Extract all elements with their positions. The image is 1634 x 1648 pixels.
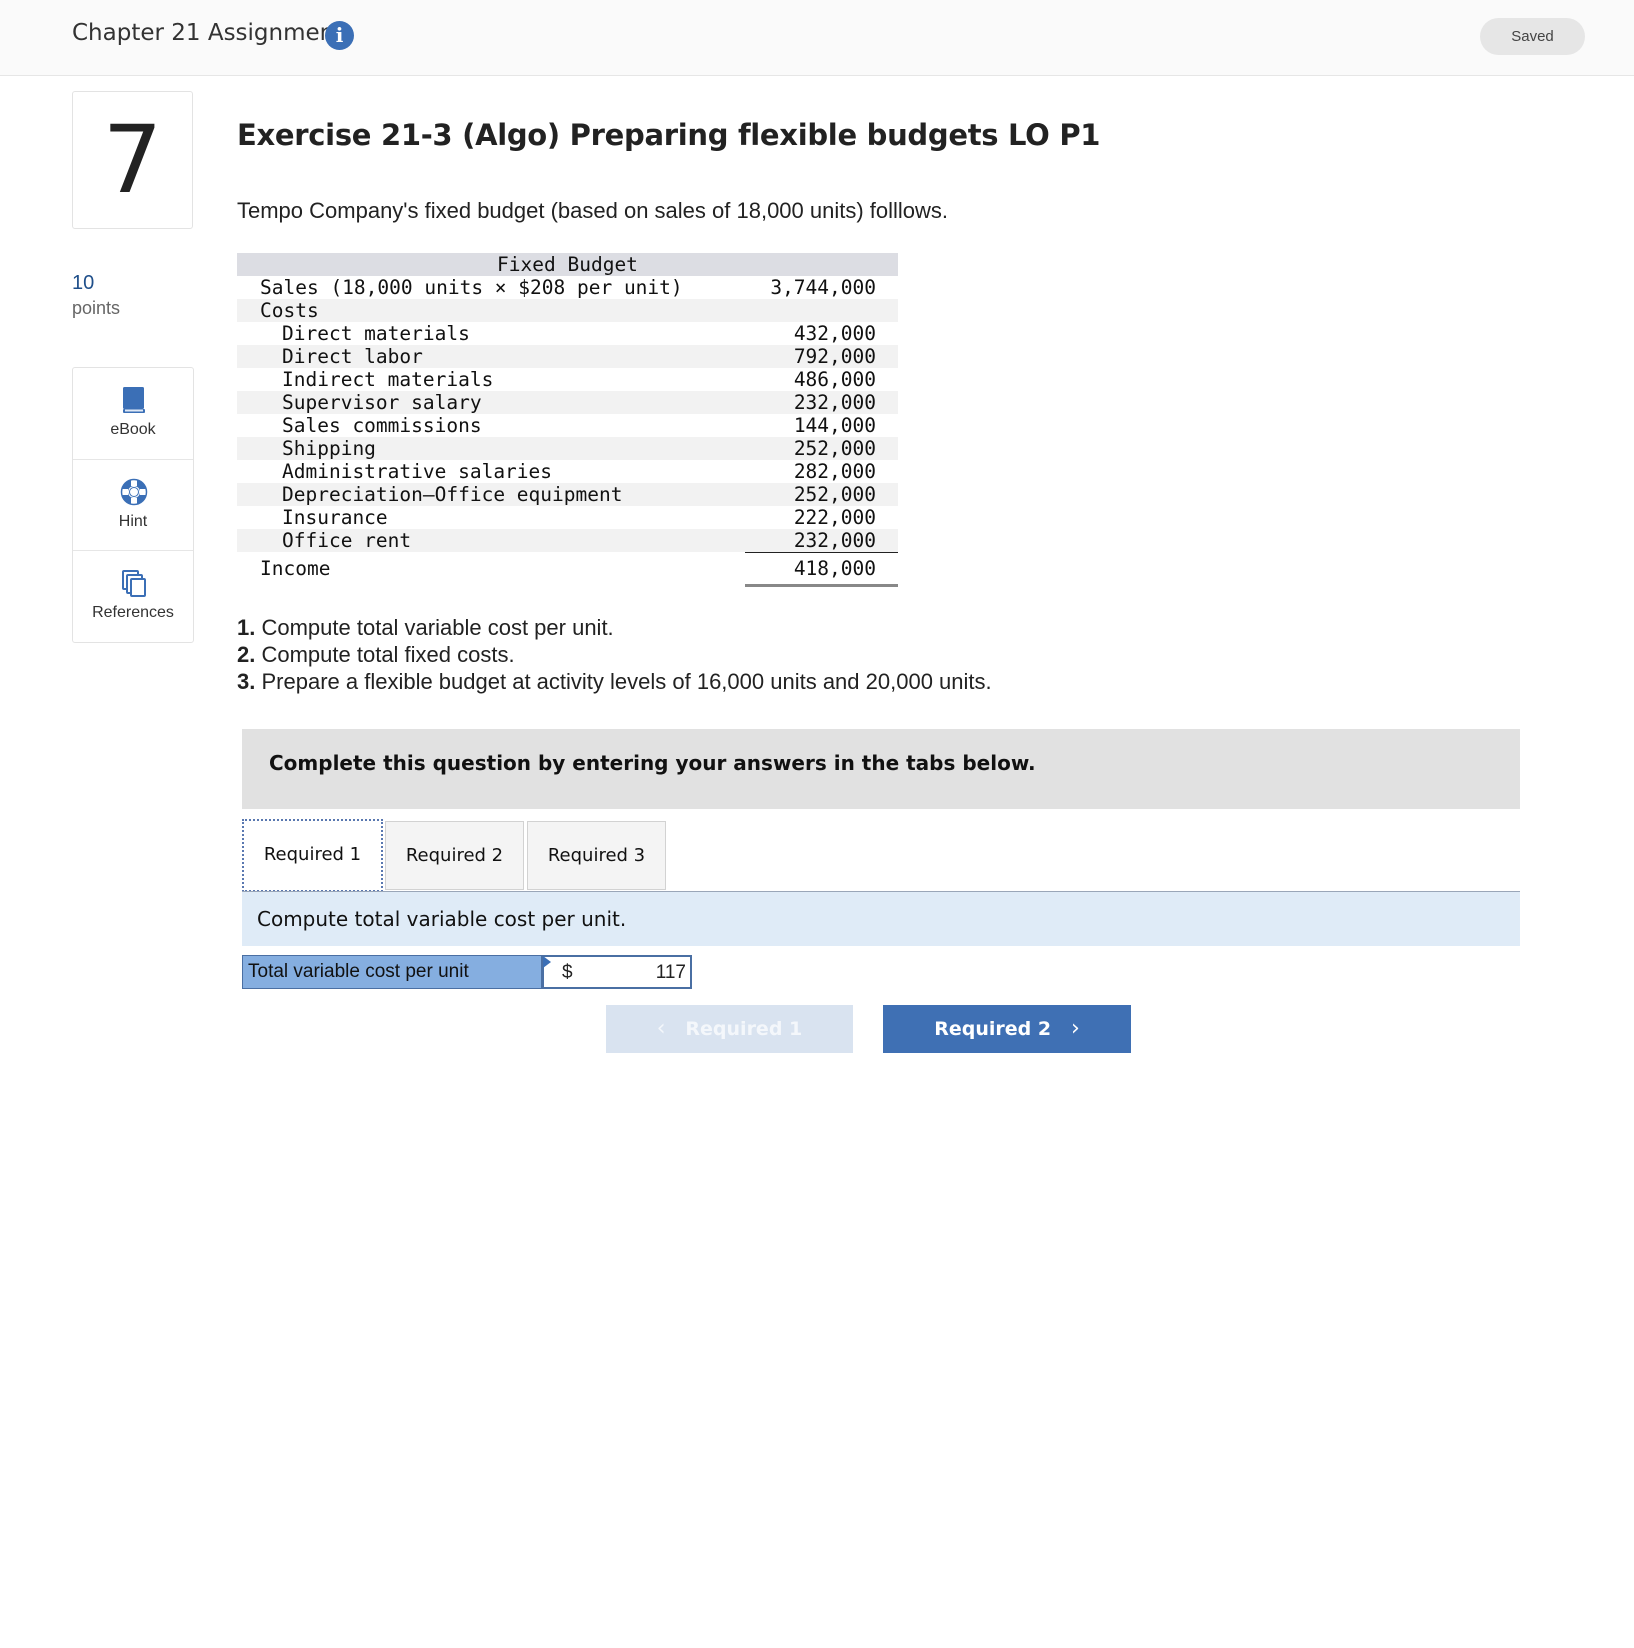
assignment-title: Chapter 21 Assignment — [72, 20, 344, 46]
cell-marker-icon — [543, 956, 551, 968]
exercise-title: Exercise 21-3 (Algo) Preparing flexible … — [237, 118, 1101, 152]
budget-row: Depreciation—Office equipment 252,000 — [237, 483, 898, 506]
top-bar: Chapter 21 Assignment i Saved — [0, 0, 1634, 76]
info-icon[interactable]: i — [325, 21, 354, 50]
budget-row: Indirect materials 486,000 — [237, 368, 898, 391]
budget-row-value: 3,744,000 — [770, 276, 876, 299]
budget-row-value: 232,000 — [793, 391, 876, 414]
budget-row-label: Administrative salaries — [282, 460, 553, 483]
requirement-number: 3. — [237, 669, 256, 694]
budget-row: Shipping 252,000 — [237, 437, 898, 460]
budget-row-sales: Sales (18,000 units × $208 per unit) 3,7… — [237, 276, 898, 299]
requirement-number: 1. — [237, 615, 256, 640]
answer-value[interactable]: 117 — [656, 962, 686, 984]
budget-row-income: Income 418,000 — [237, 552, 898, 587]
tab-required-3[interactable]: Required 3 — [527, 821, 666, 890]
total-double-rule — [745, 584, 898, 587]
instructions-banner: Complete this question by entering your … — [242, 729, 1520, 809]
hint-button[interactable]: Hint — [73, 459, 193, 550]
budget-row-label: Costs — [260, 299, 319, 322]
budget-row-label: Direct materials — [282, 322, 470, 345]
prev-required-button[interactable]: ‹ Required 1 — [606, 1005, 853, 1053]
budget-row-label: Sales commissions — [282, 414, 482, 437]
requirement-item: 1. Compute total variable cost per unit. — [237, 614, 992, 641]
requirement-prompt-bar: Compute total variable cost per unit. — [242, 892, 1520, 946]
instructions-text: Complete this question by entering your … — [269, 751, 1036, 775]
budget-heading: Fixed Budget — [237, 253, 898, 276]
next-required-button[interactable]: Required 2 › — [883, 1005, 1131, 1053]
question-number-box: 7 — [72, 91, 193, 229]
budget-row-label: Insurance — [282, 506, 388, 529]
budget-row-costs: Costs — [237, 299, 898, 322]
requirement-text: Prepare a flexible budget at activity le… — [261, 669, 992, 694]
budget-row-label: Supervisor salary — [282, 391, 482, 414]
references-label: References — [92, 604, 174, 621]
budget-row-label: Shipping — [282, 437, 376, 460]
requirement-item: 3. Prepare a flexible budget at activity… — [237, 668, 992, 695]
budget-row: Direct materials 432,000 — [237, 322, 898, 345]
budget-row: Insurance 222,000 — [237, 506, 898, 529]
tab-required-2[interactable]: Required 2 — [385, 821, 524, 890]
budget-row: Office rent 232,000 — [237, 529, 898, 553]
budget-row: Direct labor 792,000 — [237, 345, 898, 368]
budget-row-value: 252,000 — [793, 483, 876, 506]
budget-row-value: 232,000 — [793, 529, 876, 552]
budget-row: Supervisor salary 232,000 — [237, 391, 898, 414]
requirement-number: 2. — [237, 642, 256, 667]
answer-label: Total variable cost per unit — [242, 955, 542, 989]
budget-row-value: 432,000 — [793, 322, 876, 345]
references-button[interactable]: References — [73, 550, 193, 641]
saved-status-badge: Saved — [1480, 18, 1585, 55]
currency-symbol: $ — [562, 962, 573, 983]
budget-row-label: Indirect materials — [282, 368, 494, 391]
budget-row: Administrative salaries 282,000 — [237, 460, 898, 483]
budget-row-label: Sales (18,000 units × $208 per unit) — [260, 276, 683, 299]
chevron-right-icon: › — [1070, 1016, 1080, 1041]
copy-icon — [122, 570, 146, 597]
ebook-button[interactable]: eBook — [73, 368, 193, 459]
hint-label: Hint — [118, 513, 148, 530]
tools-panel: eBook Hint References — [72, 367, 194, 643]
budget-row-value: 222,000 — [793, 506, 876, 529]
variable-cost-input[interactable]: $ 117 — [542, 955, 692, 989]
budget-row-label: Income — [260, 557, 331, 580]
next-button-label: Required 2 — [934, 1018, 1052, 1040]
budget-row-value: 418,000 — [793, 557, 876, 580]
budget-row-label: Direct labor — [282, 345, 423, 368]
fixed-budget-table: Fixed Budget Sales (18,000 units × $208 … — [237, 253, 898, 587]
budget-row-value: 144,000 — [793, 414, 876, 437]
prev-button-label: Required 1 — [685, 1018, 803, 1040]
points-label: points — [72, 298, 121, 318]
budget-row-label: Depreciation—Office equipment — [282, 483, 623, 506]
points-value: 10 — [72, 272, 95, 294]
requirements-list: 1. Compute total variable cost per unit.… — [237, 614, 992, 695]
exercise-intro: Tempo Company's fixed budget (based on s… — [237, 198, 949, 223]
budget-row: Sales commissions 144,000 — [237, 414, 898, 437]
question-number: 7 — [102, 106, 163, 215]
requirement-text: Compute total variable cost per unit. — [261, 615, 614, 640]
lifebuoy-icon — [120, 478, 148, 506]
budget-row-label: Office rent — [282, 529, 412, 552]
book-icon — [123, 387, 145, 413]
requirement-prompt: Compute total variable cost per unit. — [257, 907, 627, 931]
chevron-left-icon: ‹ — [656, 1016, 666, 1041]
requirement-text: Compute total fixed costs. — [261, 642, 515, 667]
ebook-label: eBook — [110, 421, 156, 438]
budget-row-value: 486,000 — [793, 368, 876, 391]
tab-required-1[interactable]: Required 1 — [242, 819, 383, 892]
requirement-item: 2. Compute total fixed costs. — [237, 641, 992, 668]
budget-row-value: 282,000 — [793, 460, 876, 483]
budget-row-value: 252,000 — [793, 437, 876, 460]
budget-row-value: 792,000 — [793, 345, 876, 368]
